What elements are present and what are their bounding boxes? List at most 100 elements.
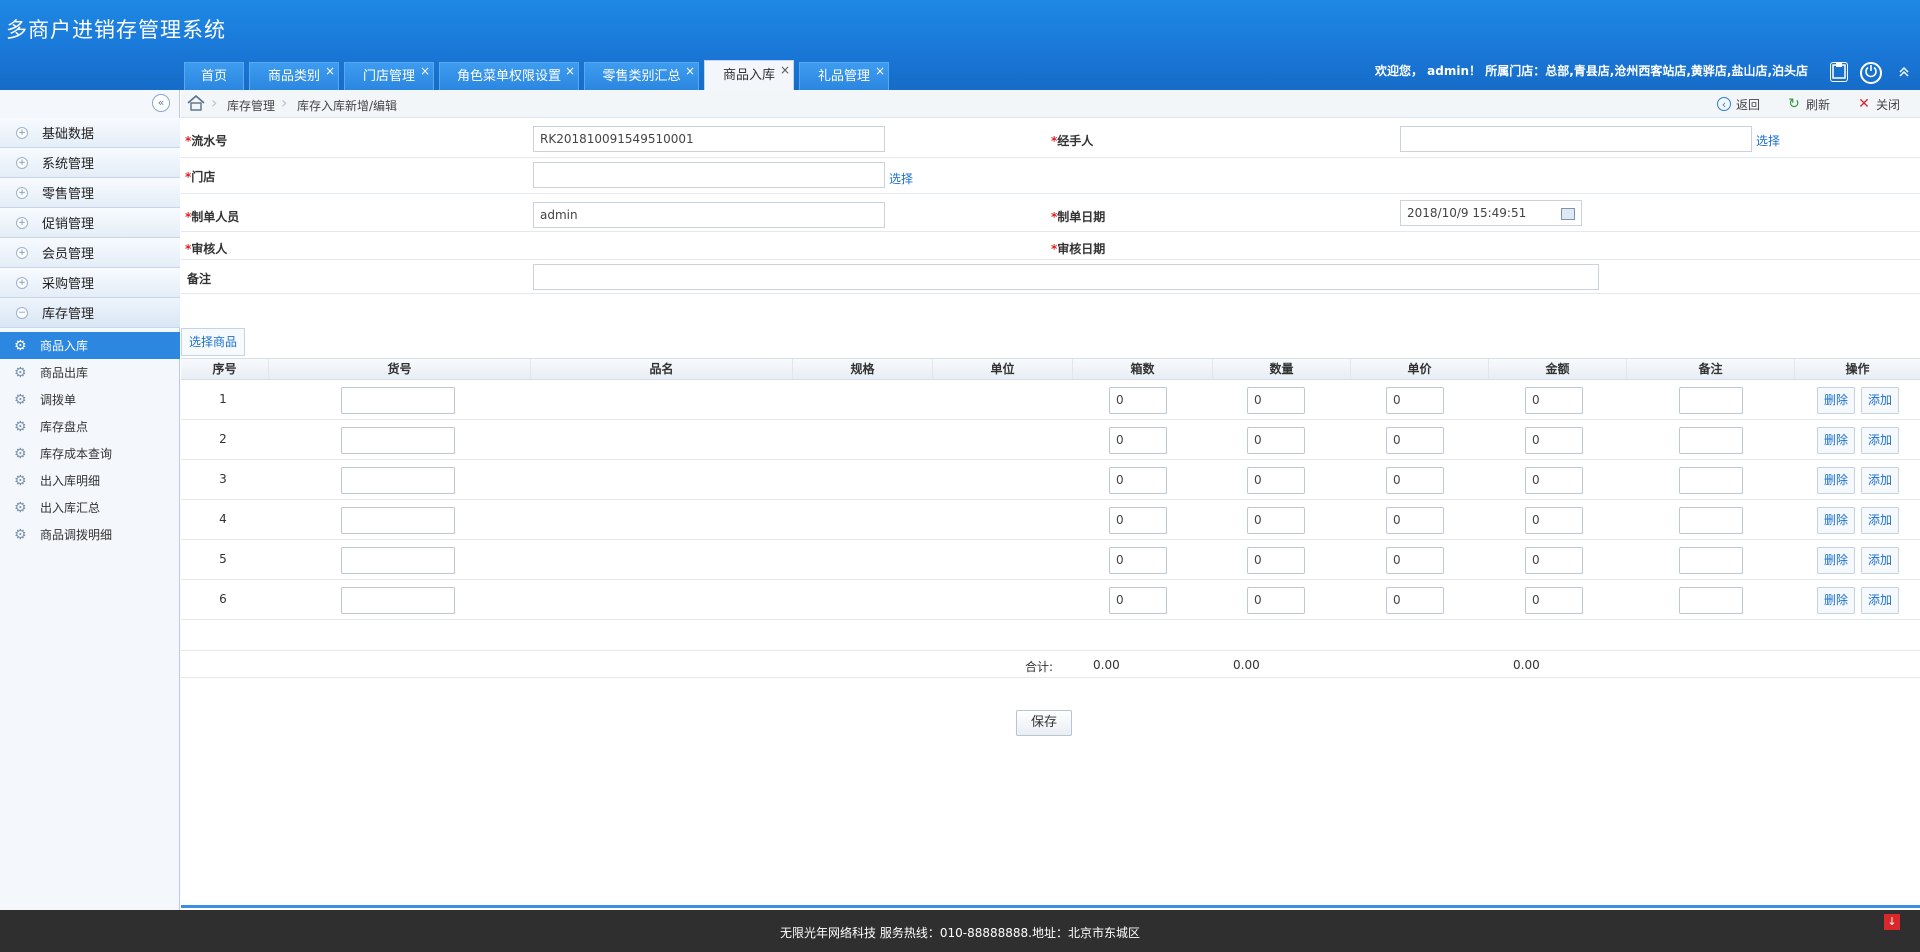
item-no-input[interactable]: [341, 387, 455, 414]
save-button[interactable]: 保存: [1016, 710, 1072, 736]
home-icon[interactable]: [187, 94, 205, 111]
qty-input[interactable]: 0: [1247, 587, 1305, 614]
add-button[interactable]: 添加: [1861, 467, 1899, 494]
sidebar-item-transfer[interactable]: ⚙ 调拨单: [0, 386, 180, 413]
sidebar-group-member[interactable]: + 会员管理: [0, 238, 180, 268]
power-icon[interactable]: [1860, 62, 1882, 84]
qty-input[interactable]: 0: [1247, 467, 1305, 494]
amount-input[interactable]: 0: [1525, 387, 1583, 414]
add-button[interactable]: 添加: [1861, 547, 1899, 574]
tab-product-category[interactable]: 商品类别 ×: [249, 62, 339, 90]
sidebar-item-goods-outbound[interactable]: ⚙ 商品出库: [0, 359, 180, 386]
item-no-input[interactable]: [341, 467, 455, 494]
amount-input[interactable]: 0: [1525, 427, 1583, 454]
close-icon[interactable]: ×: [875, 57, 885, 85]
sidebar-item-io-summary[interactable]: ⚙ 出入库汇总: [0, 494, 180, 521]
tab-label: 商品入库: [722, 68, 775, 83]
sidebar-group-retail[interactable]: + 零售管理: [0, 178, 180, 208]
remark-field[interactable]: [533, 264, 1599, 290]
boxes-input[interactable]: 0: [1109, 427, 1167, 454]
price-input[interactable]: 0: [1386, 387, 1444, 414]
footer: 无限光年网络科技 服务热线：010-88888888.地址：北京市东城区 ↓: [0, 910, 1920, 952]
qty-input[interactable]: 0: [1247, 507, 1305, 534]
close-icon[interactable]: ×: [780, 55, 790, 85]
boxes-input[interactable]: 0: [1109, 587, 1167, 614]
add-button[interactable]: 添加: [1861, 387, 1899, 414]
handler-select-link[interactable]: 选择: [1756, 132, 1780, 149]
tab-gift-management[interactable]: 礼品管理 ×: [799, 62, 889, 90]
sidebar-item-io-detail[interactable]: ⚙ 出入库明细: [0, 467, 180, 494]
add-button[interactable]: 添加: [1861, 427, 1899, 454]
delete-button[interactable]: 删除: [1817, 587, 1855, 614]
sidebar-group-system[interactable]: + 系统管理: [0, 148, 180, 178]
calendar-icon[interactable]: [1561, 208, 1575, 220]
sidebar-item-transfer-detail[interactable]: ⚙ 商品调拨明细: [0, 521, 180, 548]
remark-input[interactable]: [1679, 387, 1743, 414]
arrow-down-icon[interactable]: ↓: [1884, 914, 1900, 930]
amount-input[interactable]: 0: [1525, 587, 1583, 614]
close-icon[interactable]: ×: [565, 57, 575, 85]
breadcrumb-level1[interactable]: 库存管理: [227, 97, 275, 114]
delete-button[interactable]: 删除: [1817, 507, 1855, 534]
add-button[interactable]: 添加: [1861, 507, 1899, 534]
add-button[interactable]: 添加: [1861, 587, 1899, 614]
store-select-link[interactable]: 选择: [889, 170, 913, 187]
sidebar-item-stock-cost[interactable]: ⚙ 库存成本查询: [0, 440, 180, 467]
remark-input[interactable]: [1679, 547, 1743, 574]
close-icon[interactable]: ×: [325, 57, 335, 85]
price-input[interactable]: 0: [1386, 547, 1444, 574]
sidebar-item-goods-inbound[interactable]: ⚙ 商品入库: [0, 332, 180, 359]
tab-home[interactable]: 首页: [184, 62, 244, 90]
select-goods-button[interactable]: 选择商品: [181, 328, 245, 356]
remark-input[interactable]: [1679, 587, 1743, 614]
sidebar-group-promotion[interactable]: + 促销管理: [0, 208, 180, 238]
creator-field[interactable]: admin: [533, 202, 885, 228]
item-no-input[interactable]: [341, 587, 455, 614]
boxes-input[interactable]: 0: [1109, 467, 1167, 494]
sidebar-group-basic-data[interactable]: + 基础数据: [0, 118, 180, 148]
close-icon[interactable]: ×: [420, 57, 430, 85]
sidebar-collapse-icon[interactable]: «: [152, 94, 170, 112]
create-date-field[interactable]: 2018/10/9 15:49:51: [1400, 200, 1582, 226]
store-field[interactable]: [533, 162, 885, 188]
tab-store-management[interactable]: 门店管理 ×: [344, 62, 434, 90]
price-input[interactable]: 0: [1386, 427, 1444, 454]
sidebar-group-purchase[interactable]: + 采购管理: [0, 268, 180, 298]
delete-button[interactable]: 删除: [1817, 467, 1855, 494]
handler-field[interactable]: [1400, 126, 1752, 152]
tab-role-menu-permission[interactable]: 角色菜单权限设置 ×: [439, 62, 579, 90]
sidebar-group-inventory[interactable]: − 库存管理: [0, 298, 180, 328]
remark-input[interactable]: [1679, 507, 1743, 534]
boxes-input[interactable]: 0: [1109, 507, 1167, 534]
amount-input[interactable]: 0: [1525, 467, 1583, 494]
expand-icon: +: [16, 216, 28, 229]
close-button[interactable]: ✕ 关闭: [1857, 95, 1900, 113]
sidebar-item-stocktake[interactable]: ⚙ 库存盘点: [0, 413, 180, 440]
price-input[interactable]: 0: [1386, 507, 1444, 534]
delete-button[interactable]: 删除: [1817, 387, 1855, 414]
boxes-input[interactable]: 0: [1109, 387, 1167, 414]
price-input[interactable]: 0: [1386, 467, 1444, 494]
boxes-input[interactable]: 0: [1109, 547, 1167, 574]
price-input[interactable]: 0: [1386, 587, 1444, 614]
remark-input[interactable]: [1679, 427, 1743, 454]
clipboard-icon[interactable]: [1830, 62, 1848, 82]
tab-retail-category-summary[interactable]: 零售类别汇总 ×: [584, 62, 699, 90]
amount-input[interactable]: 0: [1525, 547, 1583, 574]
item-no-input[interactable]: [341, 507, 455, 534]
qty-input[interactable]: 0: [1247, 387, 1305, 414]
back-button[interactable]: ‹ 返回: [1717, 95, 1760, 113]
delete-button[interactable]: 删除: [1817, 547, 1855, 574]
qty-input[interactable]: 0: [1247, 427, 1305, 454]
serial-number-field[interactable]: RK201810091549510001: [533, 126, 885, 152]
amount-input[interactable]: 0: [1525, 507, 1583, 534]
qty-input[interactable]: 0: [1247, 547, 1305, 574]
item-no-input[interactable]: [341, 427, 455, 454]
tab-goods-inbound[interactable]: 商品入库 ×: [704, 60, 794, 90]
item-no-input[interactable]: [341, 547, 455, 574]
collapse-up-icon[interactable]: [1898, 66, 1912, 80]
refresh-button[interactable]: ↻ 刷新: [1787, 95, 1830, 113]
delete-button[interactable]: 删除: [1817, 427, 1855, 454]
close-icon[interactable]: ×: [685, 57, 695, 85]
remark-input[interactable]: [1679, 467, 1743, 494]
